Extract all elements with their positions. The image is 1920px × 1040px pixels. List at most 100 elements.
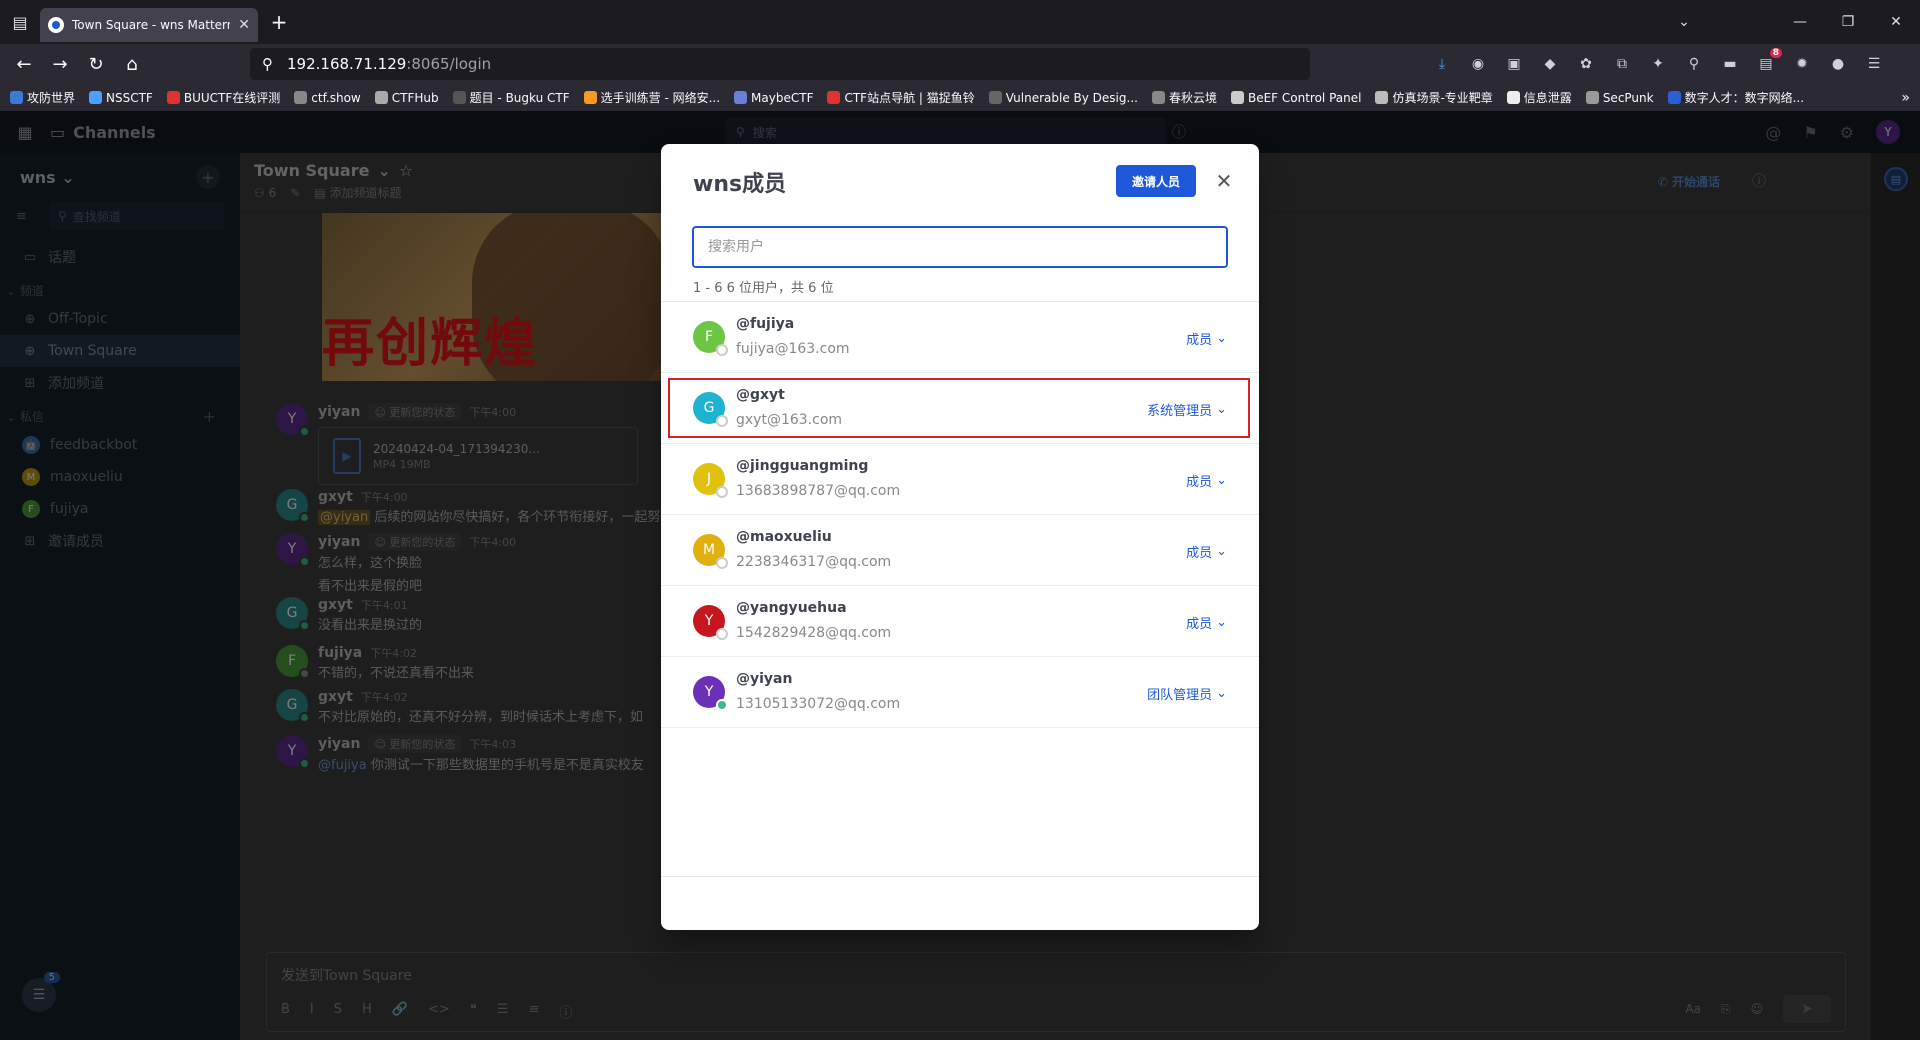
- extension-3-icon[interactable]: ✿: [1574, 52, 1598, 76]
- member-avatar[interactable]: G: [693, 392, 728, 427]
- account-icon[interactable]: ◉: [1466, 52, 1490, 76]
- member-username: @yiyan: [736, 671, 793, 687]
- menu-icon[interactable]: ☰: [1862, 52, 1886, 76]
- browser-tab[interactable]: Town Square - wns Mattermo ✕: [40, 8, 258, 42]
- bookmark-label: 仿真场景-专业靶章: [1392, 91, 1493, 105]
- bookmark-label: MaybeCTF: [751, 90, 814, 105]
- home-icon[interactable]: ⌂: [114, 48, 150, 80]
- bookmark-item[interactable]: NSSCTF: [89, 89, 153, 106]
- reload-icon[interactable]: ↻: [78, 48, 114, 80]
- bookmark-label: Vulnerable By Desig...: [1005, 90, 1138, 105]
- bookmark-favicon-icon: [294, 91, 308, 104]
- chevron-down-icon: ⌄: [1216, 473, 1227, 488]
- member-row: G @gxyt gxyt@163.com 系统管理员 ⌄: [661, 373, 1259, 444]
- member-avatar[interactable]: F: [693, 321, 728, 356]
- more-bookmarks-icon[interactable]: »: [1901, 90, 1910, 106]
- download-icon[interactable]: ⤓: [1430, 52, 1454, 76]
- window-controls: ⌄ — ❐ ✕: [1660, 0, 1920, 44]
- modal-footer: [661, 876, 1259, 930]
- bookmark-item[interactable]: 攻防世界: [10, 89, 75, 106]
- bookmark-item[interactable]: MaybeCTF: [734, 89, 813, 106]
- bookmark-item[interactable]: BUUCTF在线评测: [166, 89, 280, 106]
- mattermost-favicon-icon: [48, 17, 64, 33]
- close-window-icon[interactable]: ✕: [1872, 0, 1920, 44]
- chevron-down-icon: ⌄: [1216, 686, 1227, 701]
- restore-icon[interactable]: ❐: [1824, 0, 1872, 44]
- extension-1-icon[interactable]: ▣: [1502, 52, 1526, 76]
- bookmark-item[interactable]: 仿真场景-专业靶章: [1375, 89, 1493, 106]
- extensions-icon[interactable]: ⧉: [1610, 52, 1634, 76]
- member-row: Y @yiyan 13105133072@qq.com 团队管理员 ⌄: [661, 657, 1259, 728]
- bookmark-item[interactable]: BeEF Control Panel: [1230, 89, 1362, 106]
- chevron-down-icon: ⌄: [1216, 402, 1227, 417]
- extension-8-icon[interactable]: ✹: [1790, 52, 1814, 76]
- bookmark-item[interactable]: 选手训练营 - 网络安...: [583, 89, 721, 106]
- bookmark-label: SecPunk: [1602, 90, 1654, 105]
- role-label: 成员: [1186, 617, 1213, 632]
- status-dot: [716, 486, 728, 498]
- member-email: 13105133072@qq.com: [736, 696, 901, 712]
- bookmark-item[interactable]: CTF站点导航 | 猫捉鱼铃: [827, 89, 975, 106]
- extensions-toolbar: ⤓ ◉ ▣ ◆ ✿ ⧉ ✦ ⚲ ▬ ▤ 8 ✹ ● ☰: [1430, 48, 1886, 76]
- member-row: F @fujiya fujiya@163.com 成员 ⌄: [661, 302, 1259, 373]
- role-dropdown[interactable]: 团队管理员 ⌄: [1147, 684, 1227, 703]
- status-dot: [716, 415, 728, 427]
- bookmark-item[interactable]: SecPunk: [1585, 89, 1654, 106]
- extension-7-icon[interactable]: ▤ 8: [1754, 48, 1782, 76]
- status-dot: [716, 557, 728, 569]
- invite-people-button[interactable]: 邀请人员: [1116, 165, 1196, 197]
- bookmark-label: BeEF Control Panel: [1247, 90, 1362, 105]
- role-dropdown[interactable]: 成员 ⌄: [1186, 542, 1227, 561]
- bookmark-favicon-icon: [374, 91, 388, 104]
- role-label: 成员: [1186, 475, 1213, 490]
- member-avatar[interactable]: J: [693, 463, 728, 498]
- bookmark-item[interactable]: 题目 - Bugku CTF: [452, 89, 570, 106]
- member-avatar[interactable]: Y: [693, 676, 728, 711]
- bookmark-item[interactable]: 数字人才：数字网络...: [1667, 89, 1804, 106]
- tab-list-icon[interactable]: ▤: [0, 0, 40, 44]
- extension-6-icon[interactable]: ▬: [1718, 52, 1742, 76]
- member-email: 2238346317@qq.com: [736, 554, 892, 570]
- extension-2-icon[interactable]: ◆: [1538, 52, 1562, 76]
- search-users-field[interactable]: [692, 226, 1228, 268]
- status-dot: [716, 699, 728, 711]
- bookmark-favicon-icon: [583, 91, 597, 104]
- member-email: 1542829428@qq.com: [736, 625, 892, 641]
- close-icon[interactable]: ✕: [1210, 167, 1238, 195]
- back-icon[interactable]: ←: [6, 48, 42, 80]
- member-username: @maoxueliu: [736, 529, 832, 545]
- member-avatar[interactable]: M: [693, 534, 728, 569]
- bookmarks-list: 攻防世界 NSSCTF BUUCTF在线评测 ctf.show CTFHub 题目 - B…: [10, 89, 1804, 106]
- bookmark-label: 选手训练营 - 网络安...: [600, 91, 721, 105]
- url-bar[interactable]: ⚲ 192.168.71.129:8065/login: [250, 48, 1310, 80]
- forward-icon[interactable]: →: [42, 48, 78, 80]
- new-tab-button[interactable]: +: [262, 5, 296, 39]
- extension-9-icon[interactable]: ●: [1826, 52, 1850, 76]
- bookmark-item[interactable]: 信息泄露: [1506, 89, 1572, 106]
- role-dropdown[interactable]: 成员 ⌄: [1186, 471, 1227, 490]
- bookmark-item[interactable]: 春秋云境: [1151, 89, 1217, 106]
- bookmark-item[interactable]: ctf.show: [294, 89, 361, 106]
- bookmark-label: 春秋云境: [1168, 91, 1217, 105]
- role-dropdown[interactable]: 成员 ⌄: [1186, 613, 1227, 632]
- member-row: Y @yangyuehua 1542829428@qq.com 成员 ⌄: [661, 586, 1259, 657]
- bookmark-favicon-icon: [1667, 91, 1681, 104]
- close-tab-icon[interactable]: ✕: [238, 17, 250, 33]
- bookmark-item[interactable]: CTFHub: [374, 89, 439, 106]
- bookmark-item[interactable]: Vulnerable By Desig...: [988, 89, 1138, 106]
- extension-4-icon[interactable]: ✦: [1646, 52, 1670, 76]
- extension-5-icon[interactable]: ⚲: [1682, 52, 1706, 76]
- bookmark-favicon-icon: [166, 91, 180, 104]
- role-dropdown[interactable]: 系统管理员 ⌄: [1147, 400, 1227, 419]
- bookmark-favicon-icon: [89, 91, 103, 104]
- role-dropdown[interactable]: 成员 ⌄: [1186, 329, 1227, 348]
- mattermost-app: ▦ ▭Channels ⚲搜索 ⓘ @ ⚑ ⚙ Y wns ⌄ + ≡ ⚲查找频…: [0, 112, 1920, 1040]
- bookmark-label: 攻防世界: [27, 91, 76, 105]
- list-all-tabs-icon[interactable]: ⌄: [1660, 0, 1708, 44]
- search-users-input[interactable]: [708, 239, 1212, 255]
- minimize-icon[interactable]: —: [1776, 0, 1824, 44]
- browser-tab-bar: ▤ Town Square - wns Mattermo ✕ + ⌄ — ❐ ✕: [0, 0, 1920, 44]
- member-avatar[interactable]: Y: [693, 605, 728, 640]
- bookmark-label: 信息泄露: [1523, 91, 1572, 105]
- bookmark-label: CTF站点导航 | 猫捉鱼铃: [844, 91, 975, 105]
